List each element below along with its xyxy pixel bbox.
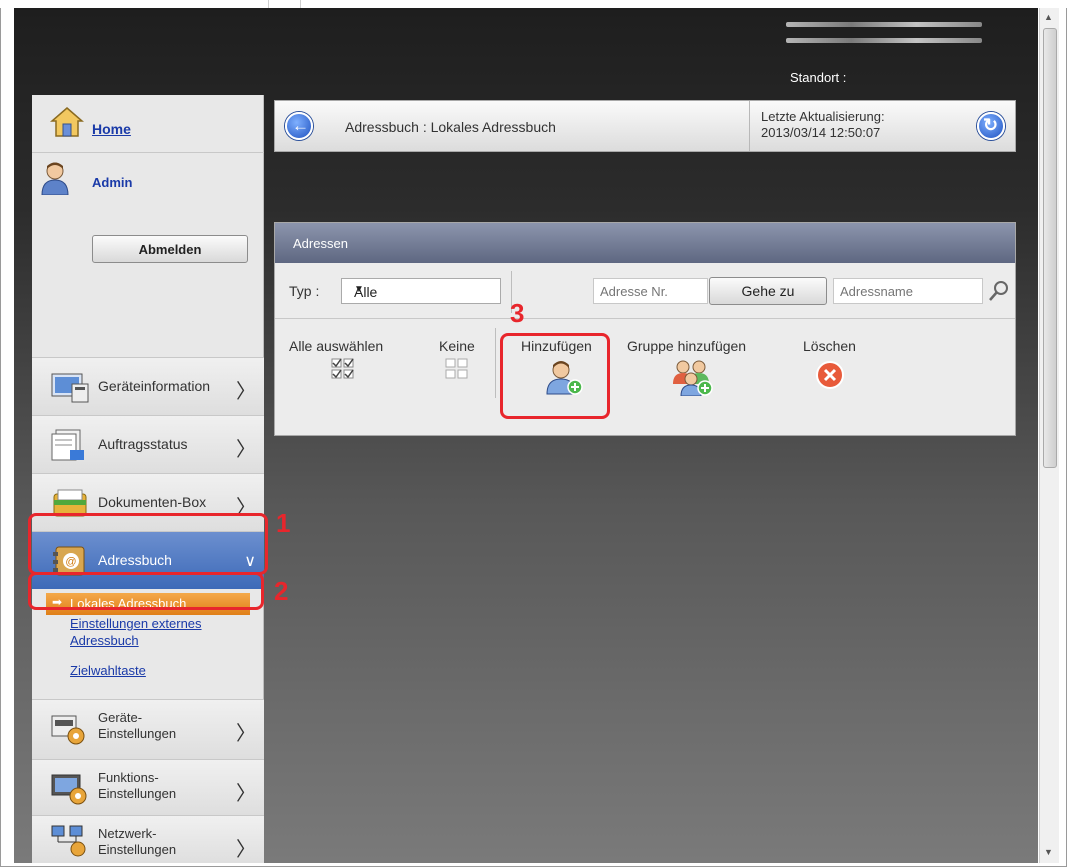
web-app: Standort : Home Admin Abmelden Geräteinf… — [14, 8, 1038, 863]
divider — [268, 0, 269, 8]
nav-label: Geräte- Einstellungen — [98, 710, 176, 742]
action-label: Alle auswählen — [289, 338, 384, 354]
vertical-scrollbar[interactable]: ▲ ▼ — [1039, 8, 1059, 863]
window-top-strip — [0, 0, 1067, 8]
refresh-icon[interactable] — [977, 112, 1005, 140]
delete-button[interactable]: Löschen — [803, 338, 856, 395]
blurred-text — [786, 38, 982, 43]
chevron-right-icon: 〉 — [236, 839, 256, 861]
callout-box-3 — [500, 333, 610, 419]
checkbox-empty-icon — [445, 358, 468, 379]
location-label: Standort : — [790, 70, 847, 85]
action-label: Löschen — [803, 338, 856, 354]
nav-label-line2: Einstellungen — [98, 726, 177, 741]
type-label: Typ : — [289, 283, 320, 299]
monitor-icon — [51, 373, 89, 403]
addresses-panel: Adressen Typ : Alle ▼ Gehe zu Alle auswä… — [274, 222, 1016, 436]
subnav-label-line1: Einstellungen externes — [70, 616, 202, 631]
breadcrumb: Adressbuch : Lokales Adressbuch — [345, 119, 556, 135]
chevron-down-icon: ▼ — [354, 284, 364, 295]
action-label: Gruppe hinzufügen — [627, 338, 747, 354]
nav-label: Dokumenten-Box — [98, 494, 207, 510]
scroll-up-arrow-icon[interactable]: ▲ — [1044, 12, 1053, 22]
home-row: Home — [32, 95, 264, 153]
nav-label: Auftragsstatus — [98, 436, 188, 452]
select-none-button[interactable]: Keine — [439, 338, 475, 385]
action-label: Keine — [439, 338, 475, 354]
sidebar: Home Admin Abmelden Geräteinformation 〉 — [32, 95, 264, 863]
nav-function-settings[interactable]: Funktions- Einstellungen 〉 — [32, 759, 264, 815]
subnav-speed-dial[interactable]: Zielwahltaste — [70, 662, 146, 679]
last-updated: Letzte Aktualisierung: 2013/03/14 12:50:… — [761, 109, 885, 141]
chevron-right-icon: 〉 — [236, 381, 256, 403]
divider — [749, 101, 750, 151]
address-number-input[interactable] — [593, 278, 708, 304]
panel-header: Adressen — [275, 223, 1015, 263]
nav-label-line1: Funktions- — [98, 770, 159, 785]
goto-button[interactable]: Gehe zu — [709, 277, 827, 305]
delete-icon — [816, 361, 844, 389]
logout-button[interactable]: Abmelden — [92, 235, 248, 263]
divider — [495, 328, 496, 398]
chevron-right-icon: 〉 — [236, 723, 256, 745]
nav-label: Funktions- Einstellungen — [98, 770, 176, 802]
subnav-label-line2: Adressbuch — [70, 633, 139, 648]
subnav-external-address-book[interactable]: Einstellungen externes Adressbuch — [70, 615, 202, 649]
chevron-right-icon: 〉 — [236, 783, 256, 805]
nav-label: Geräteinformation — [98, 378, 211, 394]
back-arrow-icon[interactable] — [285, 112, 313, 140]
user-name: Admin — [92, 175, 133, 190]
type-select[interactable]: Alle ▼ — [341, 278, 501, 304]
function-settings-icon — [51, 774, 87, 805]
chevron-right-icon: 〉 — [236, 439, 256, 461]
callout-box-1 — [28, 513, 268, 575]
nav-network-settings[interactable]: Netzwerk- Einstellungen 〉 — [32, 815, 264, 863]
document-stack-icon — [51, 429, 84, 461]
nav-label-line2: Einstellungen — [98, 786, 177, 801]
search-icon[interactable] — [987, 279, 1011, 303]
nav-job-status[interactable]: Auftragsstatus 〉 — [32, 415, 264, 473]
nav-label: Netzwerk- Einstellungen — [98, 826, 176, 858]
nav-label-line1: Geräte- — [98, 710, 143, 725]
callout-number-2: 2 — [274, 576, 289, 606]
last-updated-value: 2013/03/14 12:50:07 — [761, 125, 881, 140]
home-link[interactable]: Home — [92, 121, 131, 137]
actions-row: Alle auswählen Keine Hinzufügen Gruppe h… — [275, 320, 1015, 436]
callout-number-1: 1 — [276, 508, 291, 538]
callout-number-3: 3 — [510, 298, 525, 328]
device-settings-icon — [51, 715, 85, 745]
blurred-text — [786, 22, 982, 27]
callout-box-2 — [28, 572, 264, 610]
scrollbar-thumb[interactable] — [1043, 28, 1057, 468]
add-group-button[interactable]: Gruppe hinzufügen — [627, 338, 746, 401]
add-group-icon — [673, 360, 713, 397]
breadcrumb-bar: Adressbuch : Lokales Adressbuch Letzte A… — [274, 100, 1016, 152]
nav-device-settings[interactable]: Geräte- Einstellungen 〉 — [32, 699, 264, 759]
network-settings-icon — [51, 825, 86, 857]
nav-label-line1: Netzwerk- — [98, 826, 157, 841]
nav-device-info[interactable]: Geräteinformation 〉 — [32, 357, 264, 415]
filter-row: Typ : Alle ▼ Gehe zu — [275, 263, 1015, 319]
checkbox-checked-icon — [331, 358, 354, 379]
panel-title: Adressen — [293, 236, 348, 251]
user-icon — [41, 162, 69, 195]
home-icon — [50, 107, 84, 137]
page-header: Standort : — [14, 8, 1038, 96]
user-section: Admin Abmelden — [32, 153, 264, 353]
divider — [300, 0, 301, 8]
last-updated-label: Letzte Aktualisierung: — [761, 109, 885, 124]
nav-label-line2: Einstellungen — [98, 842, 177, 857]
select-all-button[interactable]: Alle auswählen — [289, 338, 383, 385]
scroll-down-arrow-icon[interactable]: ▼ — [1044, 847, 1053, 857]
address-name-input[interactable] — [833, 278, 983, 304]
